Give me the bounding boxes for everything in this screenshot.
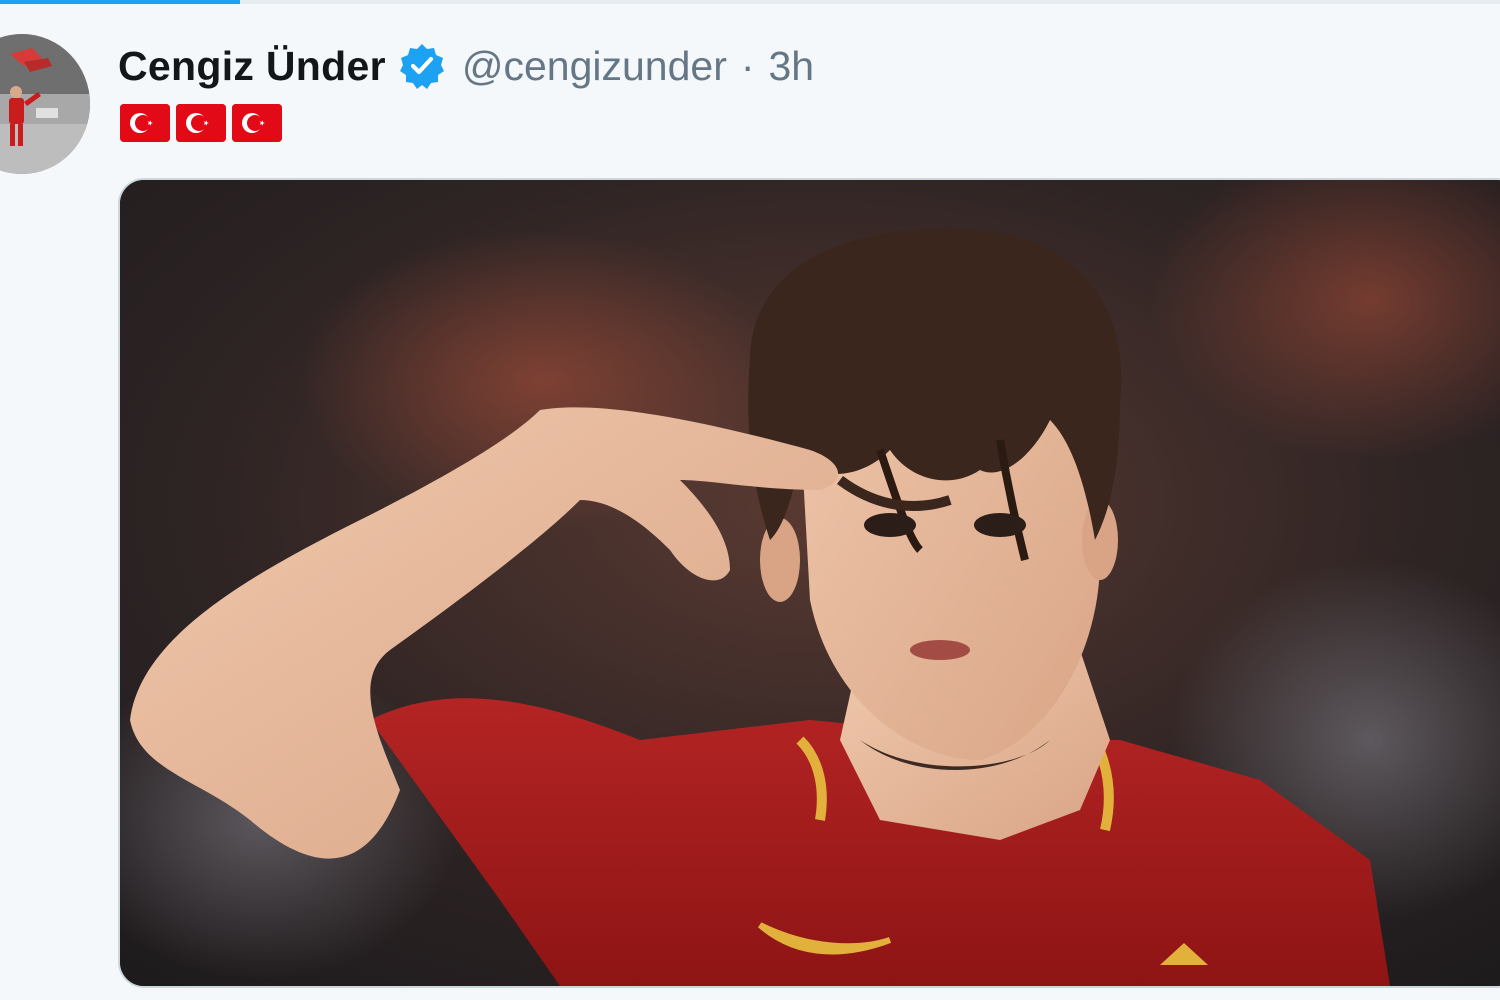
avatar[interactable] xyxy=(0,34,90,174)
verified-badge-icon xyxy=(398,42,446,90)
profile-photo-icon xyxy=(0,34,90,174)
tweet-text xyxy=(120,104,282,142)
meta-separator: · xyxy=(740,42,755,89)
tweet-header: Cengiz Ünder @cengizunder · 3h xyxy=(118,38,814,94)
football-player-salute-photo-icon xyxy=(120,180,1500,986)
tweet-photo[interactable] xyxy=(118,178,1500,988)
turkish-flag-icon xyxy=(120,104,170,142)
author-handle[interactable]: @cengizunder xyxy=(462,43,727,90)
author-display-name[interactable]: Cengiz Ünder xyxy=(118,43,386,90)
turkish-flag-icon xyxy=(232,104,282,142)
tweet-timestamp[interactable]: 3h xyxy=(769,43,815,90)
tweet[interactable]: Cengiz Ünder @cengizunder · 3h xyxy=(0,4,1500,1000)
turkish-flag-icon xyxy=(176,104,226,142)
